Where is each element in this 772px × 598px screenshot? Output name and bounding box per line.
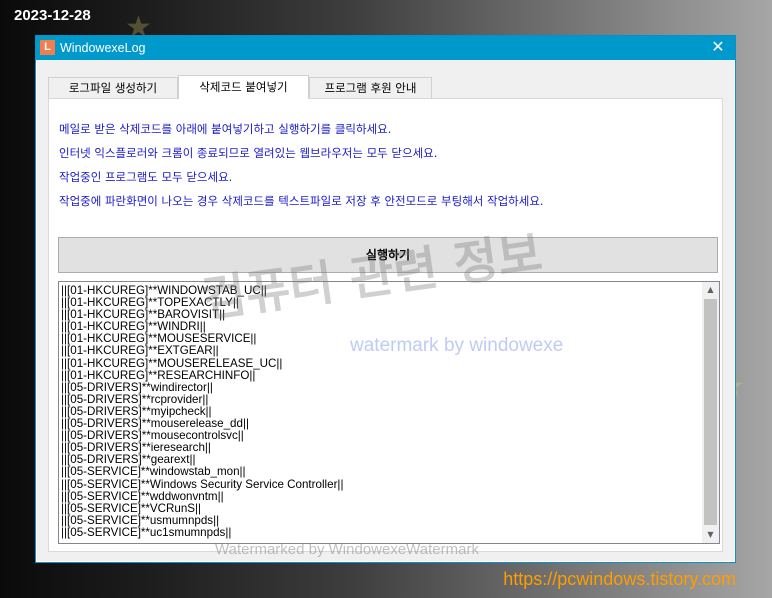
code-line: ||[01-HKCUREG]**RESEARCHINFO|| [61,368,256,382]
scroll-down-arrow-icon[interactable]: ▼ [702,527,719,543]
window-title: WindowexeLog [60,41,146,55]
title-bar[interactable]: L WindowexeLog ✕ [36,36,735,60]
code-lines: ||[01-HKCUREG]**WINDOWSTAB_UC|| ||[01-HKC… [61,284,344,539]
tab-donation-info[interactable]: 프로그램 후원 안내 [309,77,432,98]
instruction-line: 작업중인 프로그램도 모두 닫으세요. [59,170,233,184]
instruction-line: 메일로 받은 삭제코드를 아래에 붙여넣기하고 실행하기를 클릭하세요. [59,122,392,136]
client-area: 로그파일 생성하기 삭제코드 붙여넣기 프로그램 후원 안내 메일로 받은 삭제… [37,60,734,561]
app-icon: L [40,40,55,55]
watermark-bottom: Watermarked by WindowexeWatermark [215,541,479,558]
date-stamp: 2023-12-28 [14,7,91,24]
code-line: ||[01-HKCUREG]**EXTGEAR|| [61,344,219,358]
code-line: ||[05-SERVICE]**wddwonvntm|| [61,489,224,503]
scroll-up-arrow-icon[interactable]: ▲ [702,282,719,298]
code-line: ||[05-SERVICE]**uc1smumnpds|| [61,525,232,539]
close-button[interactable]: ✕ [701,36,735,60]
code-line: ||[05-SERVICE]**Windows Security Service… [61,477,344,491]
tab-create-log[interactable]: 로그파일 생성하기 [48,77,178,98]
tab-paste-code[interactable]: 삭제코드 붙여넣기 [178,75,309,99]
delete-code-textarea[interactable]: ||[01-HKCUREG]**WINDOWSTAB_UC|| ||[01-HKC… [58,281,720,544]
scroll-thumb[interactable] [704,299,717,525]
code-line: ||[01-HKCUREG]**MOUSERELEASE_UC|| [61,356,283,370]
code-line: ||[05-SERVICE]**windowstab_mon|| [61,465,246,479]
paste-code-panel: 메일로 받은 삭제코드를 아래에 붙여넣기하고 실행하기를 클릭하세요. 인터넷… [48,98,723,552]
watermark-windowexe: watermark by windowexe [350,335,564,356]
vertical-scrollbar[interactable]: ▲ ▼ [702,282,719,543]
code-line: ||[05-SERVICE]**VCRunS|| [61,501,202,515]
site-url: https://pcwindows.tistory.com [503,569,736,589]
instruction-line: 인터넷 익스플로러와 크롬이 종료되므로 열려있는 웹브라우저는 모두 닫으세요… [59,146,438,160]
instructions: 메일로 받은 삭제코드를 아래에 붙여넣기하고 실행하기를 클릭하세요. 인터넷… [59,121,544,217]
instruction-line: 작업중에 파란화면이 나오는 경우 삭제코드를 텍스트파일로 저장 후 안전모드… [59,194,544,208]
